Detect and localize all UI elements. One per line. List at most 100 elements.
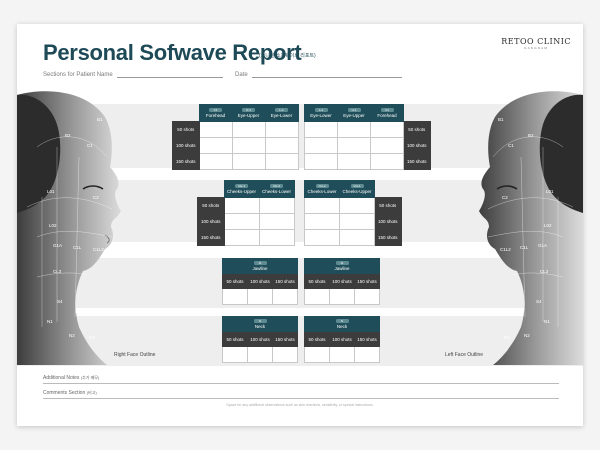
- zone-label: B2: [528, 133, 534, 138]
- zone-badge: CH-1: [350, 183, 364, 188]
- zone-badge: J1: [253, 260, 267, 265]
- entry-cell[interactable]: [354, 346, 380, 363]
- clinic-logo-name: RETOO CLINIC: [501, 37, 571, 46]
- patient-row: Sections for Patient Name Date: [43, 71, 403, 78]
- left-face-outline-image: B1 B2 C1 C2 L01 L02 G1A C1L C1L2 CL3 S4 …: [479, 91, 583, 365]
- col-eye-lower: L-1 Eye-Lower: [264, 104, 299, 122]
- entry-cell[interactable]: [222, 346, 248, 363]
- shot-label: 50 shots: [222, 331, 248, 347]
- entry-cell[interactable]: [198, 121, 233, 138]
- entry-cell[interactable]: [258, 213, 295, 230]
- row-label: 50 shots: [403, 121, 431, 138]
- entry-cell[interactable]: [272, 288, 298, 305]
- zone-badge: J1: [335, 260, 349, 265]
- zone-badge: C1: [209, 107, 222, 112]
- entry-cell[interactable]: [329, 346, 355, 363]
- zone-label: CL3: [540, 269, 549, 274]
- entry-cell[interactable]: [304, 288, 330, 305]
- entry-cell[interactable]: [198, 137, 233, 154]
- entry-cell[interactable]: [370, 121, 404, 138]
- col-label: Eye-Upper: [237, 112, 260, 118]
- entry-cell[interactable]: [231, 137, 266, 154]
- entry-cell[interactable]: [304, 346, 330, 363]
- row-label: 50 shots: [172, 121, 200, 138]
- shot-label: 150 shots: [272, 331, 298, 347]
- zone-badge: CH-2: [315, 183, 329, 188]
- col-label: Jawline: [334, 265, 350, 271]
- jawline-header: J1 Jawline: [304, 258, 380, 274]
- row-label: 50 shots: [374, 197, 402, 214]
- zone-label: S4: [57, 299, 63, 304]
- col-label: Eye-Lower: [310, 112, 332, 118]
- col-cheeks-lower: CH-2 Cheeks-Lower: [304, 180, 340, 198]
- entry-cell[interactable]: [304, 153, 338, 170]
- entry-cell[interactable]: [339, 229, 375, 246]
- zone-label: C1: [87, 143, 93, 148]
- entry-cell[interactable]: [264, 121, 299, 138]
- zone-label: G1A: [53, 243, 62, 248]
- row-label: 50 shots: [197, 197, 225, 214]
- zone-label: C1L: [520, 245, 529, 250]
- entry-cell[interactable]: [337, 137, 371, 154]
- zone-badge: L-1: [275, 107, 288, 112]
- entry-cell[interactable]: [304, 121, 338, 138]
- zone-badge: N: [335, 318, 349, 323]
- grid-jawline-left: J1 Jawline 50 shots 100 shots 150 shots: [304, 258, 380, 305]
- entry-cell[interactable]: [223, 229, 260, 246]
- row-label: 100 shots: [374, 213, 402, 230]
- entry-cell[interactable]: [354, 288, 380, 305]
- entry-cell[interactable]: [304, 213, 340, 230]
- zone-badge: L-1: [314, 107, 328, 112]
- entry-cell[interactable]: [222, 288, 248, 305]
- col-eye-lower: L-1 Eye-Lower: [304, 104, 338, 122]
- entry-cell[interactable]: [304, 197, 340, 214]
- entry-cell[interactable]: [339, 213, 375, 230]
- zone-label: S5: [518, 309, 524, 314]
- entry-cell[interactable]: [264, 153, 299, 170]
- entry-cell[interactable]: [329, 288, 355, 305]
- shot-label: 100 shots: [247, 273, 273, 289]
- col-cheeks-upper: CH-1 Cheeks-Upper: [223, 180, 260, 198]
- zone-label: N2: [69, 333, 75, 338]
- additional-notes-row[interactable]: Additional Notes (추가 메모): [43, 375, 559, 384]
- zone-label: B2: [65, 133, 71, 138]
- grid-neck-left: N Neck 50 shots 100 shots 150 shots: [304, 316, 380, 363]
- entry-cell[interactable]: [304, 137, 338, 154]
- shot-label: 50 shots: [304, 331, 330, 347]
- col-cheeks-upper: CH-1 Cheeks-Upper: [339, 180, 375, 198]
- zone-label: L01: [546, 189, 554, 194]
- entry-cell[interactable]: [223, 197, 260, 214]
- zone-badge: C1: [380, 107, 394, 112]
- entry-cell[interactable]: [223, 213, 260, 230]
- col-label: Cheeks-Lower: [261, 188, 291, 194]
- zone-label: S5: [75, 309, 81, 314]
- entry-cell[interactable]: [304, 229, 340, 246]
- entry-cell[interactable]: [370, 153, 404, 170]
- entry-cell[interactable]: [264, 137, 299, 154]
- entry-cell[interactable]: [337, 121, 371, 138]
- entry-cell[interactable]: [231, 153, 266, 170]
- zone-label: L02: [49, 223, 57, 228]
- grid-neck-right: N Neck 50 shots 100 shots 150 shots: [222, 316, 298, 363]
- entry-cell[interactable]: [258, 229, 295, 246]
- date-line[interactable]: [252, 71, 403, 78]
- entry-cell[interactable]: [272, 346, 298, 363]
- entry-cell[interactable]: [231, 121, 266, 138]
- entry-cell[interactable]: [247, 346, 273, 363]
- col-eye-upper: U-1 Eye-Upper: [231, 104, 266, 122]
- entry-cell[interactable]: [247, 288, 273, 305]
- patient-name-line[interactable]: [117, 71, 224, 78]
- entry-cell[interactable]: [337, 153, 371, 170]
- col-label: Eye-Lower: [270, 112, 293, 118]
- entry-cell[interactable]: [258, 197, 295, 214]
- zone-label: S4: [536, 299, 542, 304]
- entry-cell[interactable]: [198, 153, 233, 170]
- comments-ko: (비고): [86, 390, 97, 395]
- zone-label: N3: [504, 335, 510, 340]
- comments-row[interactable]: Comments Section (비고): [43, 390, 559, 399]
- shot-label: 100 shots: [329, 331, 355, 347]
- zone-label: N1: [544, 319, 550, 324]
- row-label: 150 shots: [403, 153, 431, 170]
- entry-cell[interactable]: [370, 137, 404, 154]
- entry-cell[interactable]: [339, 197, 375, 214]
